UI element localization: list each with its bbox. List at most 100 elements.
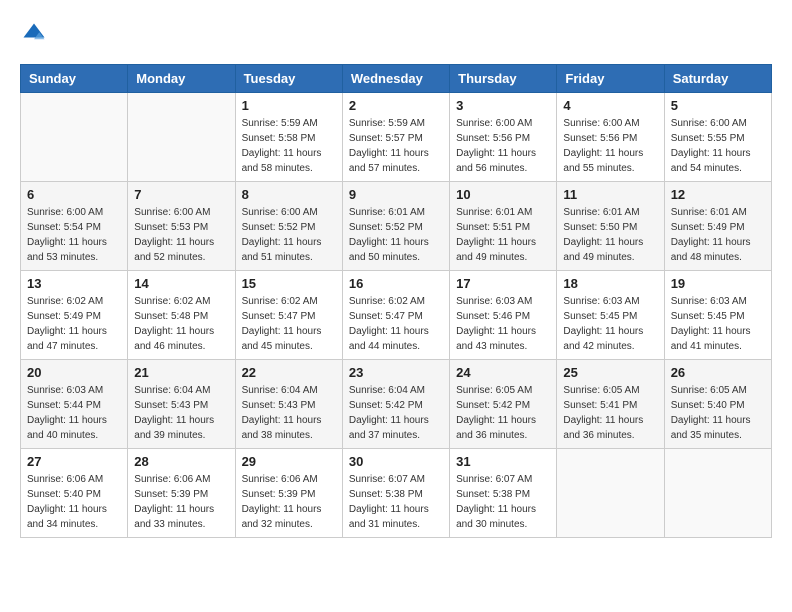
day-of-week-header: Sunday [21,65,128,93]
day-info: Sunrise: 6:04 AM Sunset: 5:43 PM Dayligh… [242,383,336,443]
calendar-week-row: 1 Sunrise: 5:59 AM Sunset: 5:58 PM Daylig… [21,93,772,182]
logo [20,20,52,48]
day-info: Sunrise: 6:00 AM Sunset: 5:53 PM Dayligh… [134,205,228,265]
calendar-cell: 13 Sunrise: 6:02 AM Sunset: 5:49 PM Dayli… [21,271,128,360]
day-number: 10 [456,187,550,202]
day-of-week-header: Wednesday [342,65,449,93]
day-number: 15 [242,276,336,291]
page-header [20,20,772,48]
calendar-cell: 4 Sunrise: 6:00 AM Sunset: 5:56 PM Daylig… [557,93,664,182]
day-number: 2 [349,98,443,113]
calendar-cell: 20 Sunrise: 6:03 AM Sunset: 5:44 PM Dayli… [21,360,128,449]
day-info: Sunrise: 6:07 AM Sunset: 5:38 PM Dayligh… [456,472,550,532]
day-info: Sunrise: 6:02 AM Sunset: 5:48 PM Dayligh… [134,294,228,354]
day-number: 25 [563,365,657,380]
calendar-cell: 27 Sunrise: 6:06 AM Sunset: 5:40 PM Dayli… [21,449,128,538]
calendar-week-row: 13 Sunrise: 6:02 AM Sunset: 5:49 PM Dayli… [21,271,772,360]
day-number: 3 [456,98,550,113]
calendar-cell: 17 Sunrise: 6:03 AM Sunset: 5:46 PM Dayli… [450,271,557,360]
calendar-header-row: SundayMondayTuesdayWednesdayThursdayFrid… [21,65,772,93]
calendar-cell: 19 Sunrise: 6:03 AM Sunset: 5:45 PM Dayli… [664,271,771,360]
day-of-week-header: Thursday [450,65,557,93]
day-number: 30 [349,454,443,469]
day-number: 1 [242,98,336,113]
day-info: Sunrise: 5:59 AM Sunset: 5:58 PM Dayligh… [242,116,336,176]
day-number: 5 [671,98,765,113]
day-number: 23 [349,365,443,380]
day-info: Sunrise: 6:05 AM Sunset: 5:42 PM Dayligh… [456,383,550,443]
day-info: Sunrise: 6:06 AM Sunset: 5:39 PM Dayligh… [242,472,336,532]
day-of-week-header: Monday [128,65,235,93]
calendar-cell [21,93,128,182]
day-info: Sunrise: 6:00 AM Sunset: 5:56 PM Dayligh… [456,116,550,176]
day-info: Sunrise: 6:00 AM Sunset: 5:52 PM Dayligh… [242,205,336,265]
calendar-cell [128,93,235,182]
calendar-week-row: 27 Sunrise: 6:06 AM Sunset: 5:40 PM Dayli… [21,449,772,538]
day-number: 16 [349,276,443,291]
calendar-cell: 2 Sunrise: 5:59 AM Sunset: 5:57 PM Daylig… [342,93,449,182]
day-info: Sunrise: 6:02 AM Sunset: 5:47 PM Dayligh… [242,294,336,354]
calendar-cell [557,449,664,538]
calendar-week-row: 20 Sunrise: 6:03 AM Sunset: 5:44 PM Dayli… [21,360,772,449]
calendar-week-row: 6 Sunrise: 6:00 AM Sunset: 5:54 PM Daylig… [21,182,772,271]
calendar-cell: 14 Sunrise: 6:02 AM Sunset: 5:48 PM Dayli… [128,271,235,360]
calendar-cell: 24 Sunrise: 6:05 AM Sunset: 5:42 PM Dayli… [450,360,557,449]
day-of-week-header: Saturday [664,65,771,93]
day-info: Sunrise: 6:00 AM Sunset: 5:55 PM Dayligh… [671,116,765,176]
calendar-cell: 7Sunrise: 6:00 AM Sunset: 5:53 PM Daylig… [128,182,235,271]
day-info: Sunrise: 6:04 AM Sunset: 5:43 PM Dayligh… [134,383,228,443]
logo-icon [20,20,48,48]
day-number: 17 [456,276,550,291]
calendar-cell [664,449,771,538]
day-number: 27 [27,454,121,469]
calendar-cell: 28 Sunrise: 6:06 AM Sunset: 5:39 PM Dayli… [128,449,235,538]
calendar-cell: 21Sunrise: 6:04 AM Sunset: 5:43 PM Dayli… [128,360,235,449]
day-info: Sunrise: 6:00 AM Sunset: 5:56 PM Dayligh… [563,116,657,176]
day-of-week-header: Tuesday [235,65,342,93]
day-info: Sunrise: 6:03 AM Sunset: 5:44 PM Dayligh… [27,383,121,443]
day-info: Sunrise: 6:06 AM Sunset: 5:40 PM Dayligh… [27,472,121,532]
day-number: 20 [27,365,121,380]
day-info: Sunrise: 6:01 AM Sunset: 5:50 PM Dayligh… [563,205,657,265]
day-info: Sunrise: 6:01 AM Sunset: 5:51 PM Dayligh… [456,205,550,265]
calendar-cell: 6 Sunrise: 6:00 AM Sunset: 5:54 PM Daylig… [21,182,128,271]
day-number: 12 [671,187,765,202]
calendar-cell: 12 Sunrise: 6:01 AM Sunset: 5:49 PM Dayli… [664,182,771,271]
day-number: 14 [134,276,228,291]
calendar-cell: 10 Sunrise: 6:01 AM Sunset: 5:51 PM Dayli… [450,182,557,271]
day-number: 31 [456,454,550,469]
day-number: 22 [242,365,336,380]
day-number: 24 [456,365,550,380]
calendar-cell: 16 Sunrise: 6:02 AM Sunset: 5:47 PM Dayli… [342,271,449,360]
calendar-cell: 23 Sunrise: 6:04 AM Sunset: 5:42 PM Dayli… [342,360,449,449]
day-number: 29 [242,454,336,469]
calendar-cell: 3 Sunrise: 6:00 AM Sunset: 5:56 PM Daylig… [450,93,557,182]
day-info: Sunrise: 5:59 AM Sunset: 5:57 PM Dayligh… [349,116,443,176]
day-info: Sunrise: 6:02 AM Sunset: 5:49 PM Dayligh… [27,294,121,354]
day-number: 9 [349,187,443,202]
calendar-cell: 8 Sunrise: 6:00 AM Sunset: 5:52 PM Daylig… [235,182,342,271]
day-info: Sunrise: 6:01 AM Sunset: 5:52 PM Dayligh… [349,205,443,265]
day-number: 8 [242,187,336,202]
day-info: Sunrise: 6:03 AM Sunset: 5:45 PM Dayligh… [671,294,765,354]
calendar-cell: 22 Sunrise: 6:04 AM Sunset: 5:43 PM Dayli… [235,360,342,449]
calendar-cell: 25Sunrise: 6:05 AM Sunset: 5:41 PM Dayli… [557,360,664,449]
day-info: Sunrise: 6:00 AM Sunset: 5:54 PM Dayligh… [27,205,121,265]
calendar-cell: 29 Sunrise: 6:06 AM Sunset: 5:39 PM Dayli… [235,449,342,538]
day-info: Sunrise: 6:02 AM Sunset: 5:47 PM Dayligh… [349,294,443,354]
calendar-cell: 18Sunrise: 6:03 AM Sunset: 5:45 PM Dayli… [557,271,664,360]
day-info: Sunrise: 6:04 AM Sunset: 5:42 PM Dayligh… [349,383,443,443]
day-info: Sunrise: 6:03 AM Sunset: 5:45 PM Dayligh… [563,294,657,354]
day-info: Sunrise: 6:03 AM Sunset: 5:46 PM Dayligh… [456,294,550,354]
day-number: 6 [27,187,121,202]
day-number: 4 [563,98,657,113]
day-info: Sunrise: 6:07 AM Sunset: 5:38 PM Dayligh… [349,472,443,532]
day-number: 19 [671,276,765,291]
calendar-cell: 15 Sunrise: 6:02 AM Sunset: 5:47 PM Dayli… [235,271,342,360]
day-info: Sunrise: 6:06 AM Sunset: 5:39 PM Dayligh… [134,472,228,532]
day-number: 11 [563,187,657,202]
day-number: 13 [27,276,121,291]
calendar-cell: 1 Sunrise: 5:59 AM Sunset: 5:58 PM Daylig… [235,93,342,182]
day-number: 28 [134,454,228,469]
day-info: Sunrise: 6:01 AM Sunset: 5:49 PM Dayligh… [671,205,765,265]
